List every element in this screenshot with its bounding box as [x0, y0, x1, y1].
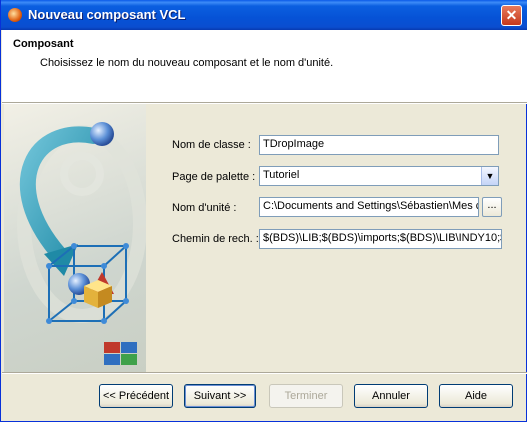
unit-name-label: Nom d'unité : [172, 202, 237, 214]
dialog-window: Nouveau composant VCL ✕ Composant Choisi… [0, 0, 527, 422]
browse-unit-button[interactable]: ... [482, 197, 502, 217]
palette-dropdown-button[interactable]: ▼ [481, 167, 498, 185]
header-title: Composant [13, 38, 74, 50]
palette-page-value: Tutoriel [263, 169, 300, 181]
unit-name-input[interactable]: C:\Documents and Settings\Sébastien\Mes … [259, 197, 479, 217]
header-description: Choisissez le nom du nouveau composant e… [40, 57, 334, 69]
next-button[interactable]: Suivant >> [184, 384, 256, 408]
cancel-button[interactable]: Annuler [354, 384, 428, 408]
help-button-label: Aide [464, 390, 488, 402]
footer-separator [2, 372, 527, 374]
ellipsis-label: ... [487, 199, 497, 211]
back-button-label: << Précédent [102, 390, 170, 402]
component-cube-illustration [17, 122, 146, 365]
back-button[interactable]: << Précédent [99, 384, 173, 408]
app-icon [8, 8, 22, 22]
palette-page-label: Page de palette : [172, 171, 256, 183]
wizard-banner-image [4, 104, 146, 372]
search-path-input[interactable]: $(BDS)\LIB;$(BDS)\imports;$(BDS)\LIB\IND… [259, 229, 502, 249]
finish-button[interactable]: Terminer [269, 384, 343, 408]
search-path-label: Chemin de rech. : [172, 233, 259, 245]
search-path-value: $(BDS)\LIB;$(BDS)\imports;$(BDS)\LIB\IND… [263, 232, 502, 244]
close-button[interactable]: ✕ [501, 5, 522, 26]
chevron-down-icon: ▼ [485, 171, 495, 181]
next-button-label: Suivant >> [193, 390, 247, 402]
title-bar[interactable]: Nouveau composant VCL ✕ [1, 0, 527, 30]
close-icon: ✕ [505, 7, 518, 23]
class-name-value: TDropImage [263, 138, 325, 150]
palette-page-select[interactable]: Tutoriel ▼ [259, 166, 499, 186]
cancel-button-label: Annuler [372, 390, 410, 402]
wizard-header: Composant Choisissez le nom du nouveau c… [2, 30, 527, 102]
window-title: Nouveau composant VCL [28, 7, 186, 22]
class-name-label: Nom de classe : [172, 139, 251, 151]
help-button[interactable]: Aide [439, 384, 513, 408]
finish-button-label: Terminer [284, 390, 328, 402]
unit-name-value: C:\Documents and Settings\Sébastien\Mes … [263, 200, 479, 212]
class-name-input[interactable]: TDropImage [259, 135, 499, 155]
